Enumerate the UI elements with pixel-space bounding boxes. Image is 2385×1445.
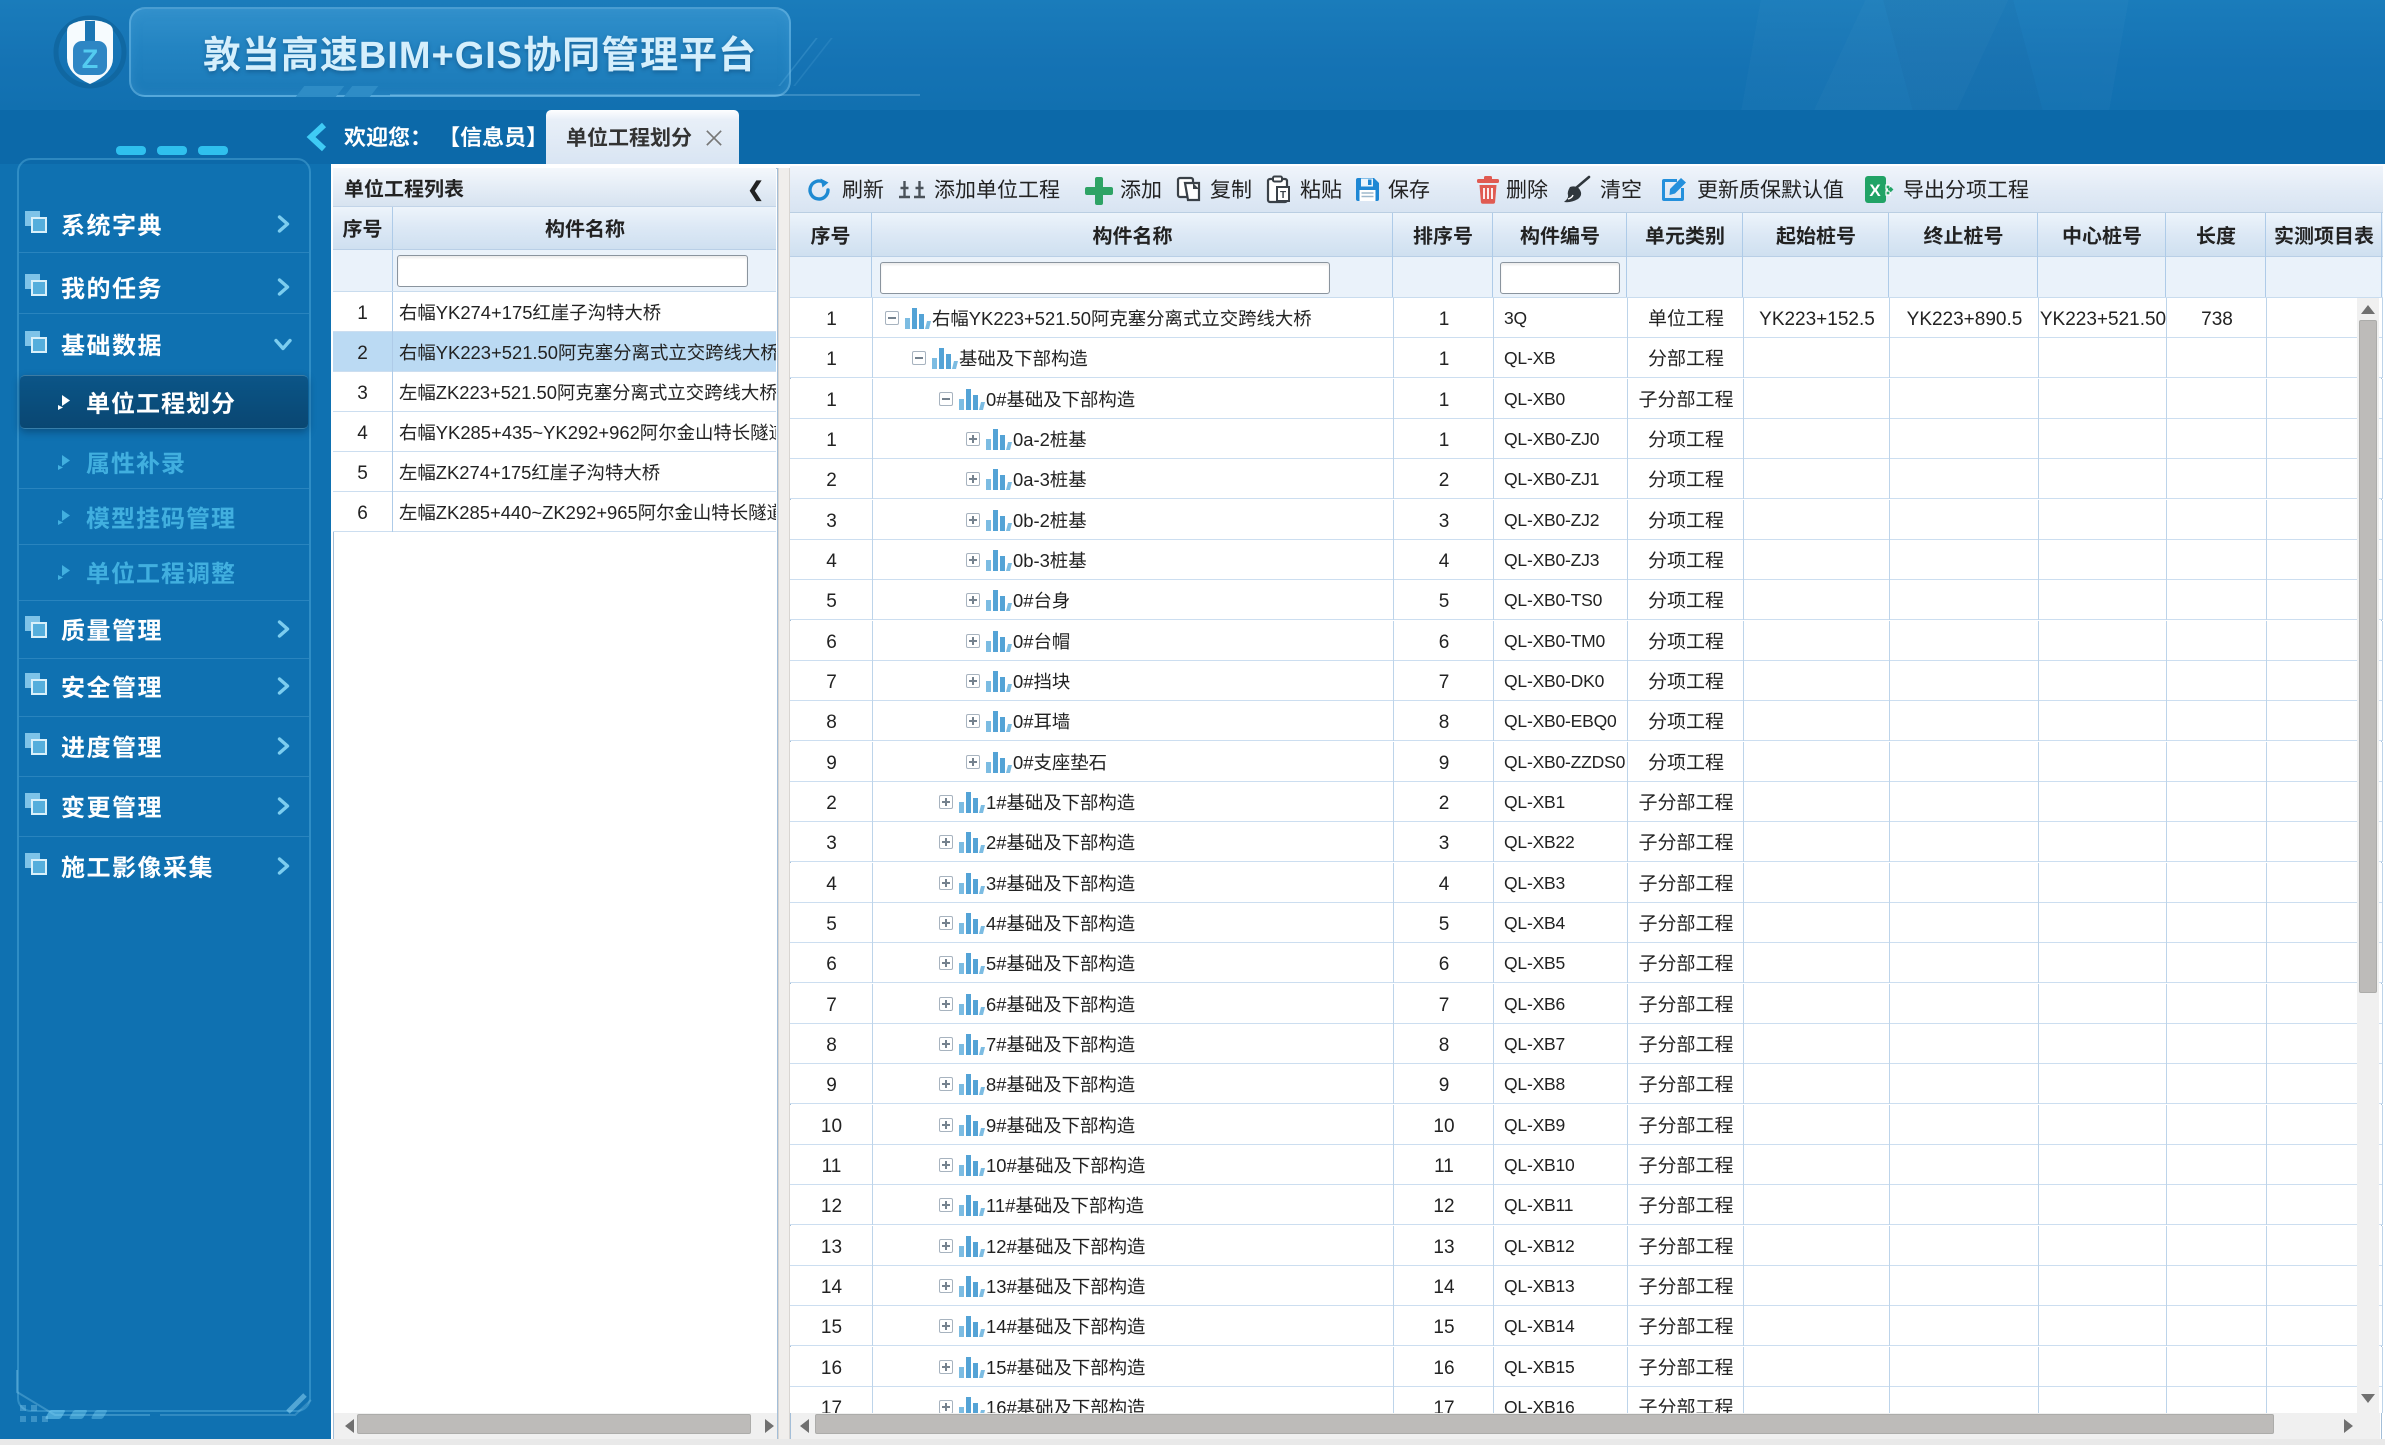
svg-text:X: X <box>1869 181 1881 200</box>
svg-text:T: T <box>1280 190 1286 201</box>
svg-text:Z: Z <box>82 44 99 74</box>
